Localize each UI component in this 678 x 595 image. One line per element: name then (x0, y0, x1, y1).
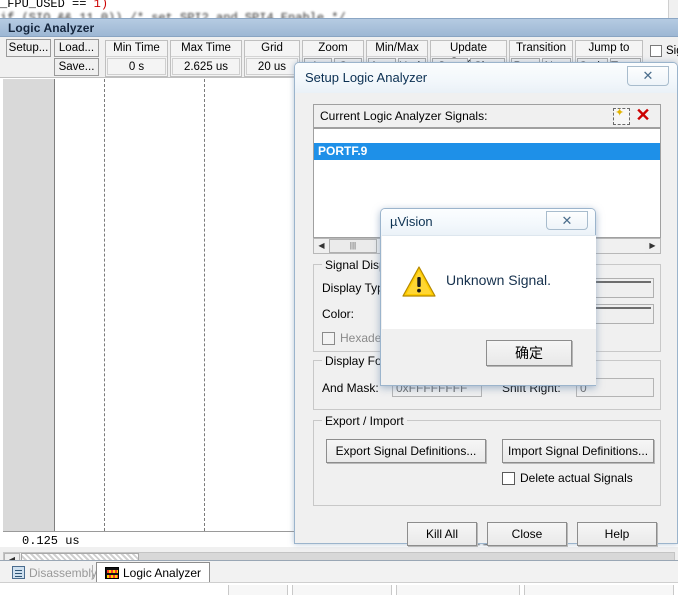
uvision-dialog-content: Unknown Signal. (382, 235, 596, 329)
signals-header-bar: Current Logic Analyzer Signals: ✕ (313, 104, 661, 128)
code-line-1: _FPU_USED == 1) (0, 0, 108, 11)
max-time-label: Max Time (171, 41, 241, 57)
list-item[interactable]: PORTF.9 (314, 143, 660, 160)
help-button[interactable]: Help (577, 522, 657, 546)
tab-separator (92, 565, 93, 579)
close-icon[interactable]: ✕ (546, 211, 588, 230)
max-time-group: Max Time 2.625 us (170, 40, 242, 77)
signals-header-label: Current Logic Analyzer Signals: (320, 109, 488, 123)
grid-group: Grid 20 us (244, 40, 300, 77)
update-screen-label: Update Screen (431, 41, 506, 69)
tab-logic-analyzer[interactable]: Logic Analyzer (96, 562, 211, 583)
close-icon[interactable]: ✕ (627, 66, 669, 86)
minmax-label: Min/Max (367, 41, 427, 57)
setup-button[interactable]: Setup... (6, 39, 51, 57)
tab-disassembly[interactable]: Disassembly (4, 562, 105, 583)
save-button[interactable]: Save... (54, 58, 99, 76)
gridline (104, 79, 105, 531)
uvision-message-dialog: µVision ✕ Unknown Signal. 确定 (380, 208, 596, 386)
time-cursor-left-label: 0.125 us (22, 534, 80, 548)
uvision-dialog-titlebar[interactable]: µVision ✕ (381, 209, 595, 235)
min-time-label: Min Time (106, 41, 167, 57)
signal-label-column (3, 79, 55, 531)
logic-analyzer-title: Logic Analyzer (8, 21, 95, 35)
transition-label: Transition (510, 41, 572, 57)
delete-actual-signals-checkbox-row[interactable]: Delete actual Signals (502, 471, 633, 485)
jump-to-label: Jump to (576, 41, 642, 57)
new-signal-icon[interactable] (613, 106, 630, 125)
grid-value[interactable]: 20 us (246, 58, 298, 75)
grid-label: Grid (245, 41, 299, 57)
disassembly-icon (12, 566, 25, 579)
below-tabs-strip (0, 582, 678, 595)
max-time-value[interactable]: 2.625 us (172, 58, 240, 75)
scroll-right-arrow-icon[interactable]: ▶ (645, 239, 660, 253)
bottom-tabbar: Disassembly Logic Analyzer (0, 560, 678, 583)
tab-disassembly-label: Disassembly (29, 565, 98, 580)
delete-signal-icon[interactable]: ✕ (634, 106, 652, 125)
ok-button[interactable]: 确定 (486, 340, 572, 366)
hexadecimal-display-checkbox[interactable] (322, 331, 335, 345)
scroll-left-arrow-icon[interactable]: ◀ (314, 239, 329, 253)
kill-all-button[interactable]: Kill All (407, 522, 477, 546)
signal-info-checkbox-row[interactable]: Sig (650, 45, 678, 57)
warning-icon (402, 266, 436, 297)
min-time-value[interactable]: 0 s (107, 58, 166, 75)
logic-analyzer-icon (105, 567, 119, 579)
screen-root: _FPU_USED == 1) if (SIO && 11 0)) /* set… (0, 0, 678, 595)
setup-dialog-titlebar[interactable]: Setup Logic Analyzer ✕ (295, 63, 677, 93)
code-line-1-number: 1) (93, 0, 109, 11)
uvision-message-text: Unknown Signal. (446, 272, 552, 288)
uvision-dialog-footer: 确定 (382, 329, 596, 385)
import-signal-definitions-button[interactable]: Import Signal Definitions... (502, 439, 654, 463)
color-label: Color: (322, 307, 355, 321)
scroll-thumb[interactable]: ||| (329, 239, 377, 253)
logic-analyzer-titlebar: Logic Analyzer (0, 19, 678, 37)
close-button[interactable]: Close (487, 522, 567, 546)
status-fragment (524, 585, 674, 595)
load-button[interactable]: Load... (54, 39, 99, 57)
delete-actual-signals-checkbox[interactable] (502, 471, 515, 485)
zoom-label: Zoom (303, 41, 363, 57)
status-fragment (228, 585, 288, 595)
export-signal-definitions-button[interactable]: Export Signal Definitions... (326, 439, 486, 463)
status-fragment (396, 585, 520, 595)
and-mask-label: And Mask: (322, 381, 379, 395)
min-time-group: Min Time 0 s (105, 40, 168, 77)
code-line-1-text: _FPU_USED == (0, 0, 94, 11)
export-import-group: Export / Import Export Signal Definition… (313, 414, 661, 506)
status-fragment (292, 585, 392, 595)
export-import-legend: Export / Import (322, 414, 407, 428)
tab-logic-analyzer-label: Logic Analyzer (123, 566, 202, 580)
uvision-dialog-title: µVision (390, 214, 433, 229)
signal-info-label: Sig (666, 45, 678, 57)
setup-dialog-title: Setup Logic Analyzer (305, 70, 428, 85)
gridline (204, 79, 205, 531)
delete-actual-signals-label: Delete actual Signals (520, 471, 633, 485)
signal-info-checkbox[interactable] (650, 45, 662, 57)
